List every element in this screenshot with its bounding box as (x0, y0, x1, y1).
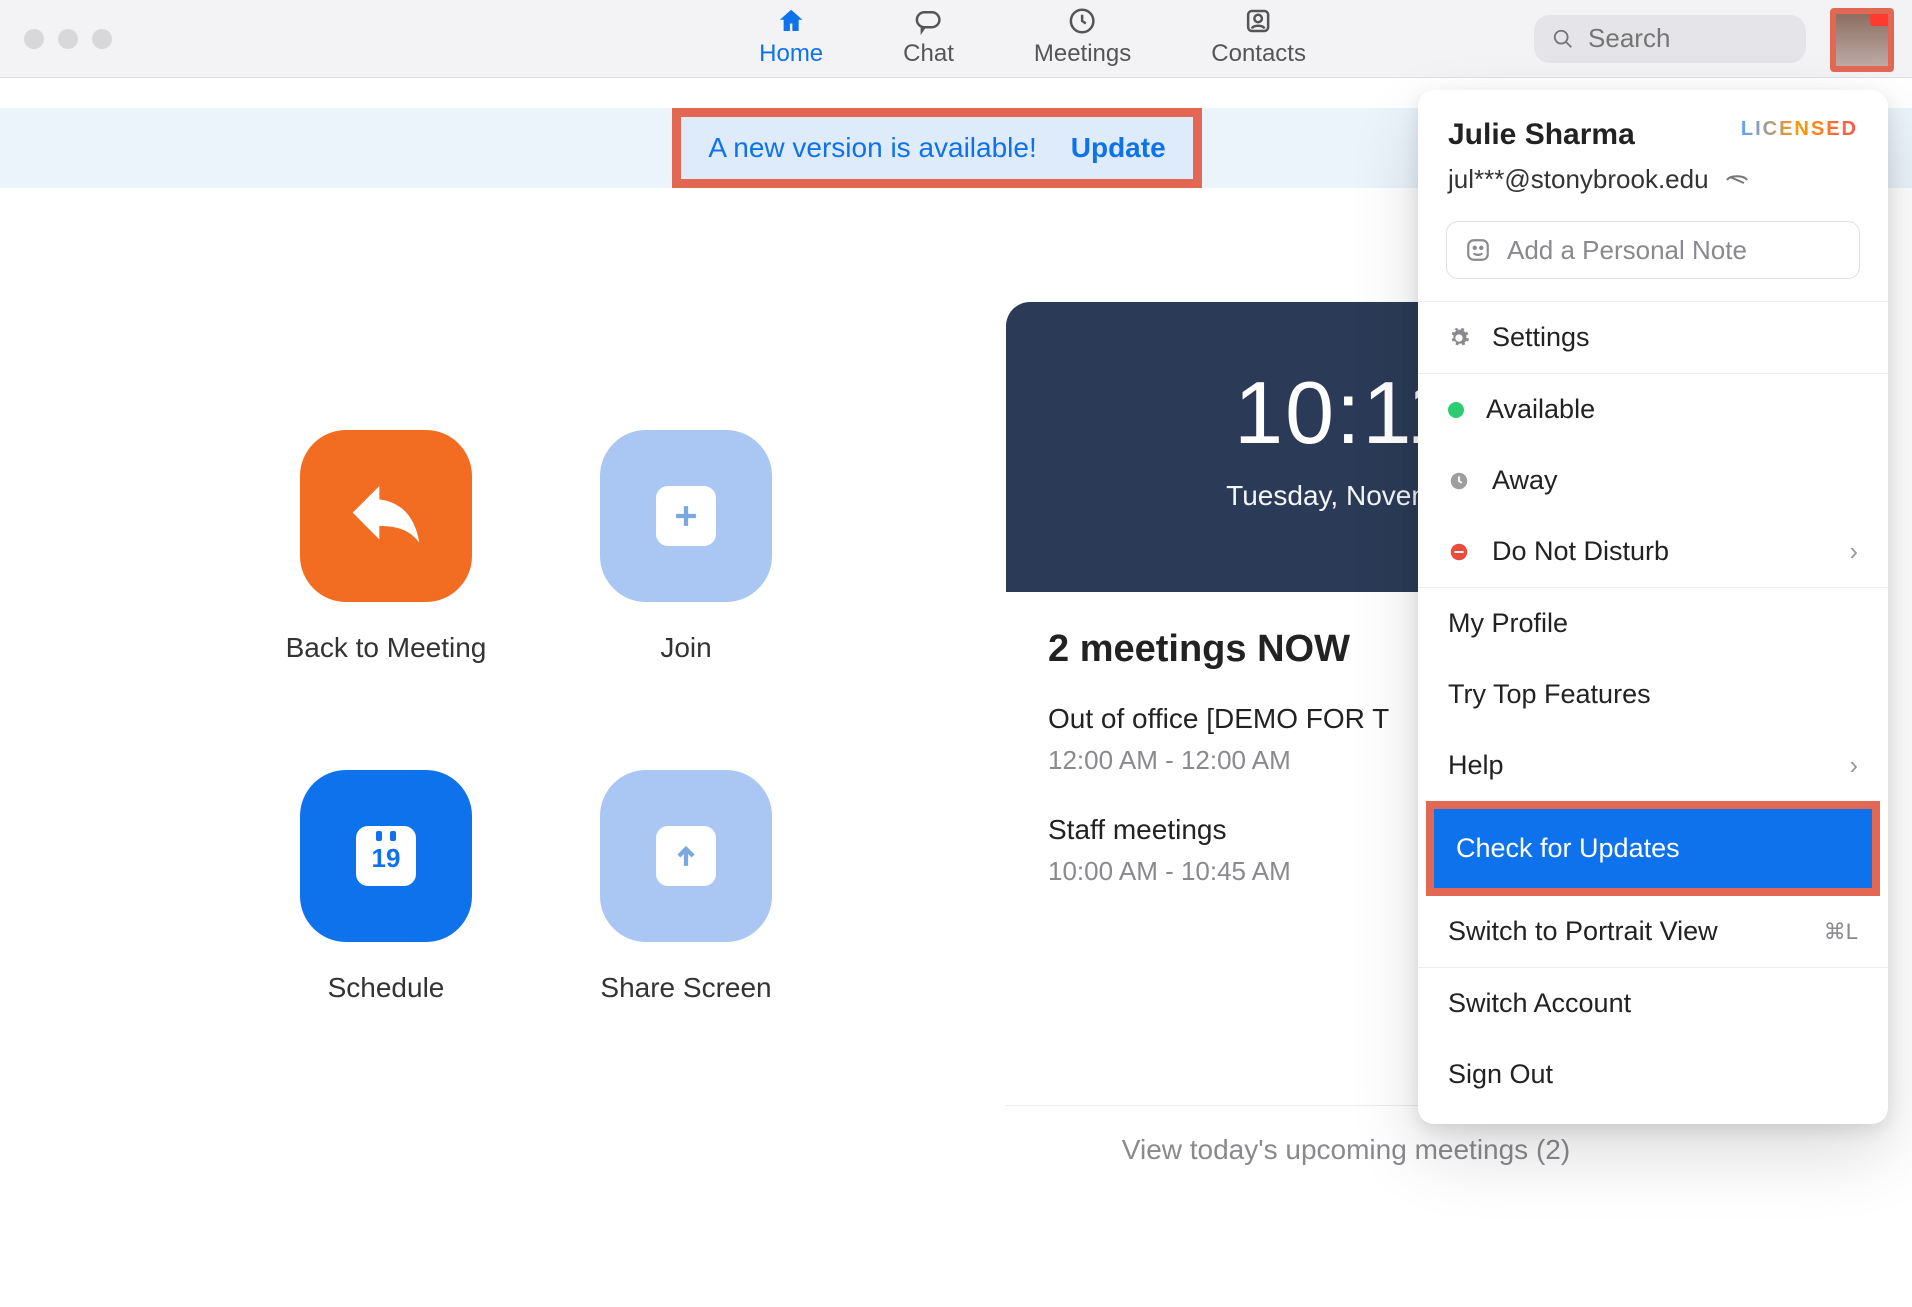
menu-check-updates-highlighted: Check for Updates (1426, 801, 1880, 896)
tab-contacts-label: Contacts (1211, 40, 1306, 68)
menu-switch-account-label: Switch Account (1448, 988, 1631, 1019)
status-away[interactable]: Away (1418, 445, 1888, 516)
menu-check-updates-label: Check for Updates (1456, 833, 1680, 863)
menu-settings[interactable]: Settings (1418, 302, 1888, 373)
status-available[interactable]: Available (1418, 374, 1888, 445)
nav-tabs: Home Chat Meetings Contacts (759, 6, 1306, 68)
home-tiles: Back to Meeting Join 19 Schedule (236, 430, 836, 1040)
plus-icon (656, 486, 716, 546)
hidden-eye-icon (1725, 172, 1749, 188)
tab-chat[interactable]: Chat (903, 6, 954, 68)
search-input[interactable] (1588, 23, 1788, 54)
profile-name: Julie Sharma (1448, 118, 1635, 152)
profile-avatar-button[interactable] (1830, 8, 1894, 72)
portrait-shortcut: ⌘L (1824, 919, 1858, 945)
reply-arrow-icon (346, 476, 426, 556)
menu-help[interactable]: Help › (1418, 730, 1888, 801)
tile-join-label: Join (660, 632, 711, 664)
tab-home-label: Home (759, 40, 823, 68)
smile-icon (1465, 237, 1491, 263)
fullscreen-window-button[interactable] (92, 29, 112, 49)
menu-my-profile[interactable]: My Profile (1418, 588, 1888, 659)
menu-check-updates[interactable]: Check for Updates (1434, 809, 1872, 888)
personal-note-input[interactable]: Add a Personal Note (1446, 221, 1860, 279)
status-dnd[interactable]: Do Not Disturb › (1418, 516, 1888, 587)
window-controls (24, 29, 112, 49)
contacts-icon (1242, 6, 1276, 36)
recording-badge-icon (1870, 12, 1890, 26)
status-dnd-label: Do Not Disturb (1492, 536, 1669, 567)
tab-contacts[interactable]: Contacts (1211, 6, 1306, 68)
away-clock-icon (1448, 470, 1470, 492)
topbar: Home Chat Meetings Contacts (0, 0, 1912, 78)
personal-note-placeholder: Add a Personal Note (1507, 235, 1747, 266)
menu-portrait-label: Switch to Portrait View (1448, 916, 1718, 947)
tab-home[interactable]: Home (759, 6, 823, 68)
menu-portrait-view[interactable]: Switch to Portrait View ⌘L (1418, 896, 1888, 967)
profile-dropdown: Julie Sharma LICENSED jul***@stonybrook.… (1418, 90, 1888, 1124)
menu-try-top-features[interactable]: Try Top Features (1418, 659, 1888, 730)
dnd-icon (1448, 541, 1470, 563)
menu-try-top-label: Try Top Features (1448, 679, 1651, 710)
upload-arrow-icon (656, 826, 716, 886)
status-dot-green-icon (1448, 402, 1464, 418)
close-window-button[interactable] (24, 29, 44, 49)
tile-schedule-label: Schedule (328, 972, 445, 1004)
chevron-right-icon: › (1849, 536, 1858, 567)
tab-meetings-label: Meetings (1034, 40, 1131, 68)
tile-schedule[interactable]: 19 Schedule (236, 770, 536, 1040)
search-box[interactable] (1534, 15, 1806, 63)
clock-icon (1066, 6, 1100, 36)
tile-join[interactable]: Join (536, 430, 836, 700)
tab-chat-label: Chat (903, 40, 954, 68)
menu-sign-out-label: Sign Out (1448, 1059, 1553, 1090)
calendar-day-number: 19 (372, 843, 401, 874)
chevron-right-icon: › (1849, 750, 1858, 781)
tab-meetings[interactable]: Meetings (1034, 6, 1131, 68)
menu-sign-out[interactable]: Sign Out (1418, 1039, 1888, 1110)
status-away-label: Away (1492, 465, 1558, 496)
tile-back-to-meeting[interactable]: Back to Meeting (236, 430, 536, 700)
update-banner: A new version is available! Update (672, 108, 1202, 188)
update-link[interactable]: Update (1071, 132, 1166, 164)
tile-back-label: Back to Meeting (286, 632, 487, 664)
update-banner-text: A new version is available! (708, 132, 1036, 164)
menu-settings-label: Settings (1492, 322, 1590, 353)
menu-my-profile-label: My Profile (1448, 608, 1568, 639)
tile-share-label: Share Screen (600, 972, 771, 1004)
search-icon (1552, 26, 1574, 52)
tile-share-screen[interactable]: Share Screen (536, 770, 836, 1040)
license-badge: LICENSED (1741, 118, 1858, 141)
calendar-icon: 19 (356, 826, 416, 886)
gear-icon (1448, 327, 1470, 349)
home-icon (774, 6, 808, 36)
minimize-window-button[interactable] (58, 29, 78, 49)
menu-help-label: Help (1448, 750, 1504, 781)
profile-email: jul***@stonybrook.edu (1448, 164, 1709, 195)
app-window: Home Chat Meetings Contacts (0, 0, 1912, 1307)
menu-switch-account[interactable]: Switch Account (1418, 968, 1888, 1039)
chat-icon (912, 6, 946, 36)
status-available-label: Available (1486, 394, 1595, 425)
